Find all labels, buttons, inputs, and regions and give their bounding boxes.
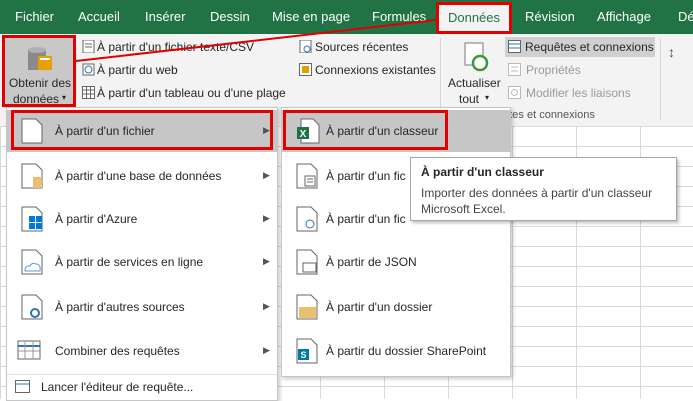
highlight-connector-line	[75, 19, 437, 62]
